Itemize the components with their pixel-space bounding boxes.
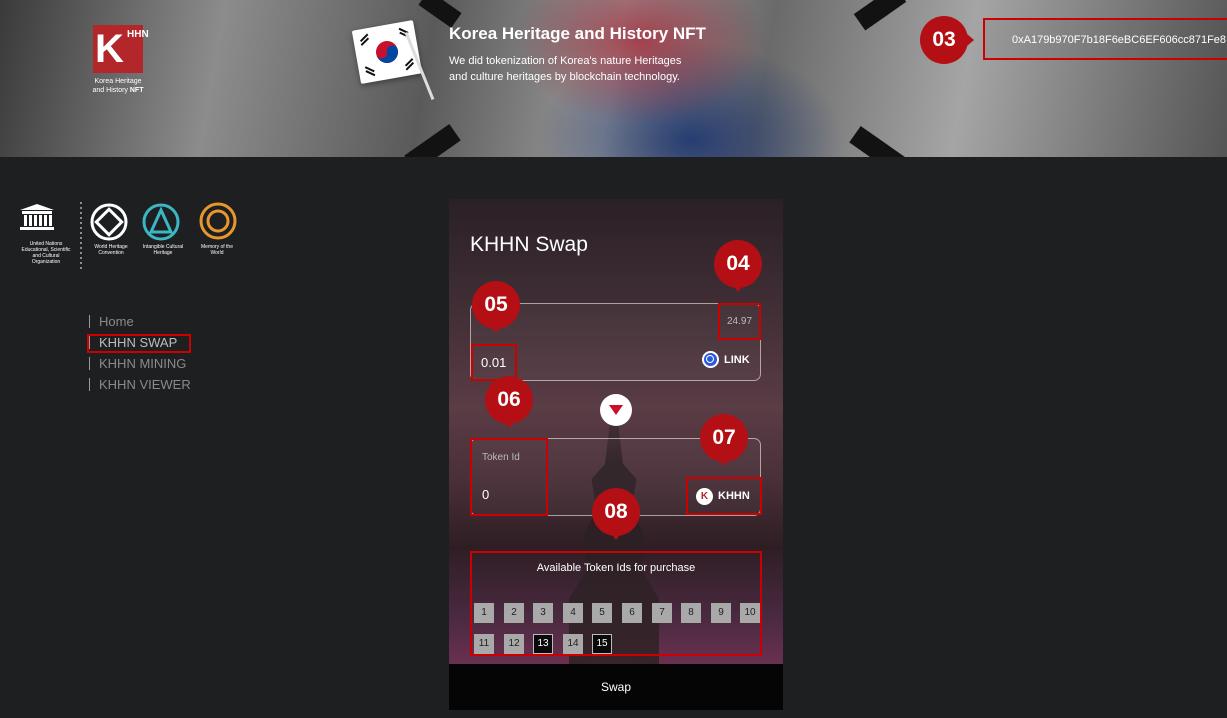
token-id-cell[interactable]: 3 (533, 603, 553, 623)
flag-trigram (404, 124, 461, 157)
token-id-cell[interactable]: 12 (504, 634, 524, 654)
nav-item-home[interactable]: Home (89, 313, 191, 334)
token-id-cell[interactable]: 1 (474, 603, 494, 623)
token-id-label: Token Id (482, 452, 520, 463)
token-id-cell[interactable]: 15 (592, 634, 612, 654)
wallet-address-box[interactable]: 0xA179b970F7b18F6eBC6EF606cc871Fe8 (983, 18, 1227, 60)
logo-caption-line2: and History NFT (80, 86, 156, 95)
whc-caption: World Heritage Convention (94, 244, 128, 256)
nav-item-khhn-mining[interactable]: KHHN MINING (89, 355, 191, 376)
token-id-cell[interactable]: 8 (681, 603, 701, 623)
marker-05-label: 05 (484, 293, 508, 316)
from-amount-input[interactable] (473, 346, 515, 379)
logo-caption-line1: Korea Heritage (94, 78, 142, 85)
to-token-label: KHHN (718, 490, 750, 502)
available-token-ids-panel: Available Token Ids for purchase 1234567… (470, 551, 762, 656)
ich-caption: Intangible Cultural Heritage (142, 244, 184, 256)
nav-highlight-box (87, 334, 191, 353)
from-balance: 24.97 (718, 303, 761, 340)
marker-05: 05 (472, 281, 520, 333)
marker-07: 07 (700, 414, 748, 466)
marker-07-label: 07 (712, 426, 736, 449)
logo-caption-prefix: and History (92, 87, 128, 94)
marker-08: 08 (592, 488, 640, 540)
token-id-cell[interactable]: 4 (563, 603, 583, 623)
marker-06-label: 06 (497, 388, 521, 411)
from-token-label: LINK (724, 353, 750, 366)
token-id-cell[interactable]: 14 (563, 634, 583, 654)
token-id-cell[interactable]: 10 (740, 603, 760, 623)
token-id-input[interactable] (474, 480, 544, 508)
available-token-ids-title: Available Token Ids for purchase (536, 562, 696, 574)
marker-03-label: 03 (932, 28, 956, 51)
khhn-logo[interactable]: K HHN (93, 25, 149, 73)
chainlink-icon (702, 351, 719, 368)
marker-06: 06 (485, 376, 533, 428)
nav-item-khhn-viewer[interactable]: KHHN VIEWER (89, 376, 191, 397)
logo-caption: Korea Heritage and History NFT (80, 77, 156, 95)
token-id-cell[interactable]: 7 (652, 603, 672, 623)
wallet-address[interactable]: 0xA179b970F7b18F6eBC6EF606cc871Fe8 (1012, 34, 1226, 46)
logo-letter: K (95, 27, 124, 71)
mow-caption: Memory of the World (201, 244, 233, 256)
token-id-cell[interactable]: 13 (533, 634, 553, 654)
logo-caption-bold: NFT (129, 87, 144, 94)
marker-03: 03 (920, 16, 974, 64)
marker-04: 04 (714, 240, 762, 292)
marker-08-label: 08 (604, 500, 628, 523)
token-id-cell[interactable]: 11 (474, 634, 494, 654)
logo-sub-letters: HHN (127, 29, 149, 40)
token-id-cell[interactable]: 2 (504, 603, 524, 623)
flag-trigram (853, 0, 907, 31)
swap-direction-button[interactable] (600, 394, 632, 426)
from-token-selector[interactable]: LINK (702, 351, 750, 368)
token-id-cell[interactable]: 5 (592, 603, 612, 623)
khhn-icon: K (696, 487, 713, 505)
to-token-selector[interactable]: K KHHN (686, 477, 762, 515)
flag-trigram (849, 126, 906, 157)
token-id-cell[interactable]: 9 (711, 603, 731, 623)
token-id-field: Token Id (470, 438, 548, 516)
header-banner: K HHN Korea Heritage and History NFT Kor… (0, 0, 1227, 157)
swap-title: KHHN Swap (470, 233, 588, 256)
app-root: K HHN Korea Heritage and History NFT Kor… (0, 0, 1227, 718)
partner-logos: United Nations Educational, Scientific a… (12, 200, 242, 275)
token-id-cell[interactable]: 6 (622, 603, 642, 623)
side-nav: Home KHHN SWAP KHHN MINING KHHN VIEWER (89, 313, 191, 397)
unesco-caption: United Nations Educational, Scientific a… (21, 241, 71, 265)
site-title: Korea Heritage and History NFT (449, 24, 706, 43)
site-description: We did tokenization of Korea's nature He… (449, 55, 682, 83)
marker-04-label: 04 (726, 252, 750, 275)
swap-button[interactable]: Swap (449, 664, 783, 710)
